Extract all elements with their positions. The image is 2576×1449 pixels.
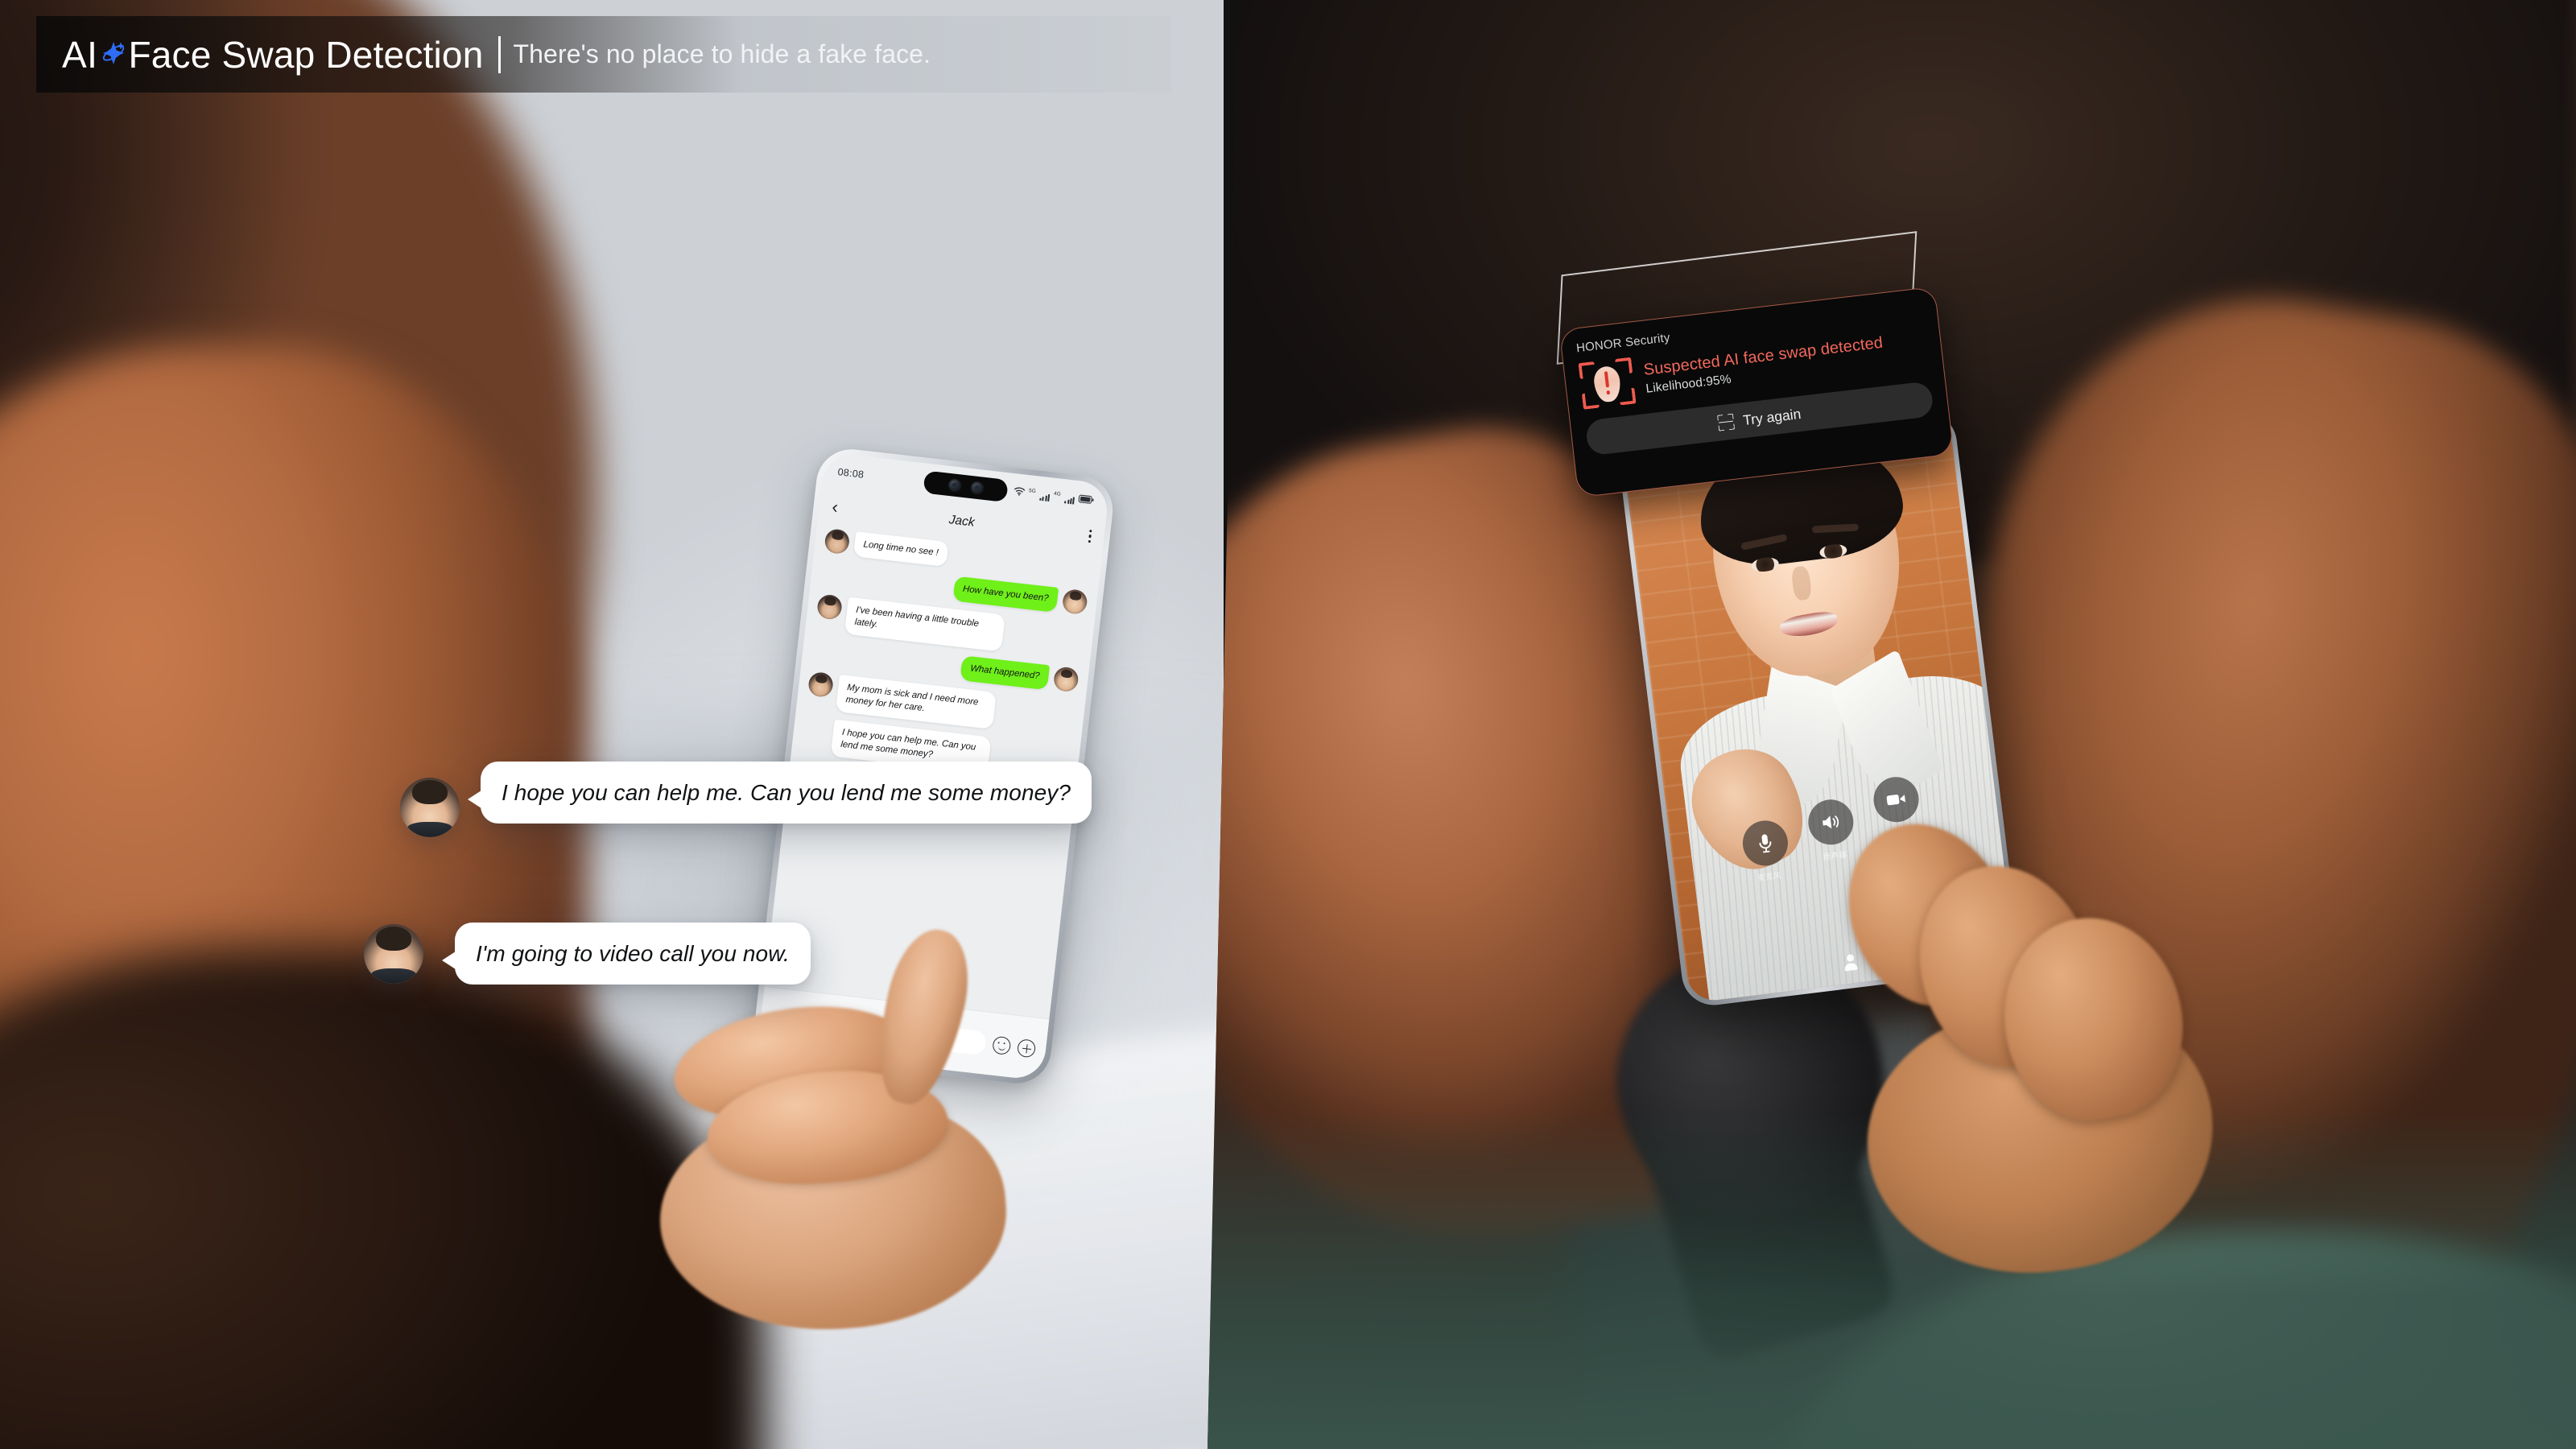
wifi-icon	[1013, 486, 1025, 498]
callout-text: I'm going to video call you now.	[442, 923, 811, 985]
network-5g-label: 5G	[1028, 488, 1037, 495]
callout-avatar	[364, 924, 423, 984]
scan-corner	[1618, 387, 1637, 406]
headline-title: Face Swap Detection	[128, 33, 484, 76]
warning-exclamation	[1604, 371, 1610, 388]
right-hand-holding-phone	[1818, 796, 2231, 1295]
contact-avatar	[807, 671, 835, 699]
signal-bars-primary	[1039, 493, 1050, 502]
camera-icon[interactable]	[1871, 774, 1922, 825]
message-bubble-outgoing: What happened?	[960, 655, 1051, 691]
network-4g-label: 4G	[1053, 490, 1062, 497]
scan-frame-icon	[1717, 413, 1736, 431]
message-bubble-incoming: Long time no see !	[852, 531, 949, 568]
callout-text: I hope you can help me. Can you lend me …	[467, 762, 1092, 824]
headline-divider	[497, 35, 501, 73]
poster-headline: AI Face Swap Detection There's no place …	[36, 16, 1171, 93]
battery-icon	[1078, 493, 1094, 506]
microphone-control[interactable]: 麦克风	[1740, 818, 1793, 884]
contact-avatar	[824, 528, 851, 555]
front-camera-notch	[923, 470, 1009, 503]
front-camera-lens-right	[969, 480, 985, 496]
front-camera-lens-left	[947, 477, 963, 493]
ai-sparkle-icon	[100, 37, 127, 72]
user-avatar	[1061, 588, 1088, 616]
poster-canvas: 08:08 5G 4G ‹ Jack Long time no see ! Ho…	[0, 0, 2576, 1449]
plus-icon[interactable]	[1016, 1038, 1037, 1058]
message-bubble-incoming: I've been having a little trouble lately…	[844, 597, 1005, 652]
scan-corner	[1578, 361, 1596, 380]
callout-bubble-1: I hope you can help me. Can you lend me …	[467, 762, 1092, 824]
scan-corner	[1581, 391, 1600, 410]
user-avatar	[1052, 666, 1080, 693]
message-bubble-outgoing: How have you been?	[952, 576, 1059, 613]
scan-corner	[1615, 357, 1633, 375]
callout-avatar	[400, 778, 460, 837]
try-again-label: Try again	[1742, 405, 1802, 428]
contact-avatar	[815, 593, 844, 621]
status-bar-indicators: 5G 4G	[1013, 486, 1094, 506]
message-bubble-incoming: My mom is sick and I need more money for…	[835, 675, 997, 730]
headline-subtitle: There's no place to hide a fake face.	[513, 39, 931, 68]
status-bar-time: 08:08	[836, 466, 865, 481]
face-scan-warning-icon	[1578, 354, 1637, 413]
microphone-icon[interactable]	[1740, 818, 1791, 869]
headline-ai-label: AI	[62, 33, 98, 76]
callout-bubble-2: I'm going to video call you now.	[442, 923, 811, 985]
signal-bars-secondary	[1064, 496, 1075, 505]
